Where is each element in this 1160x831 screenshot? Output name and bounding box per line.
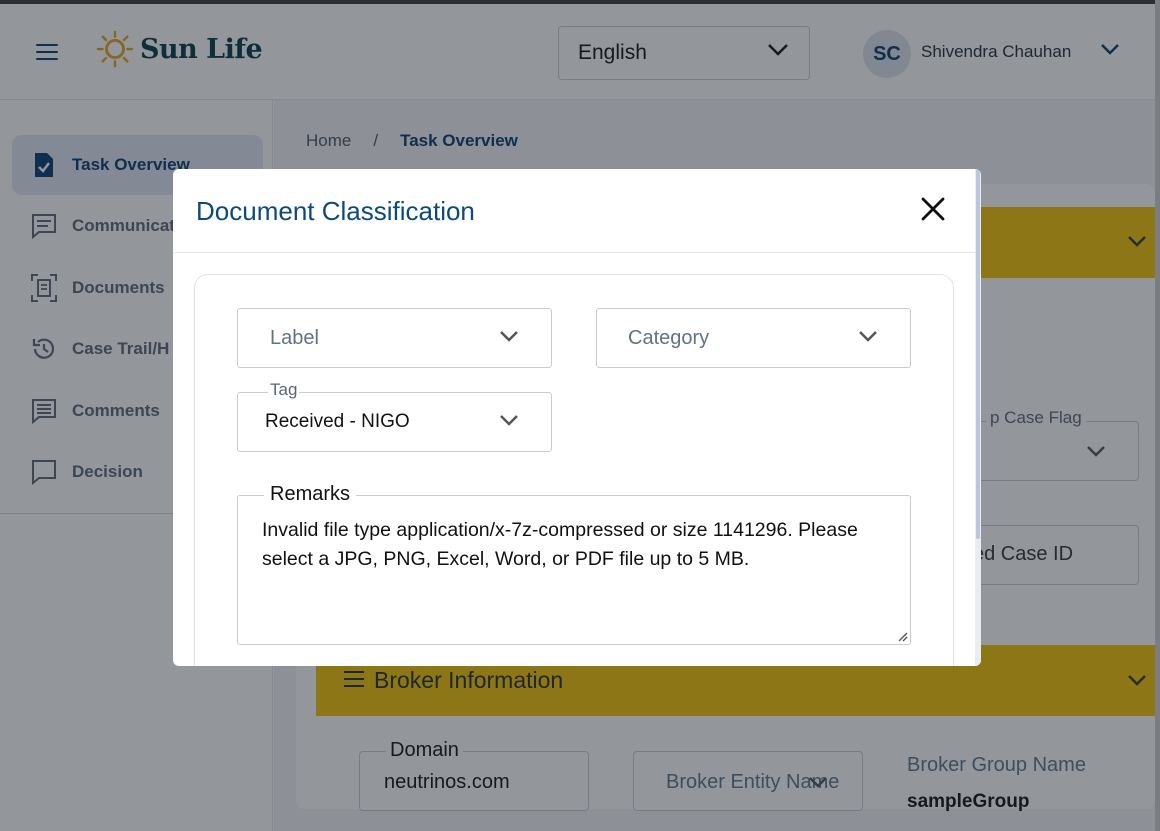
label-placeholder: Label xyxy=(270,326,319,349)
remarks-text: Invalid file type application/x-7z-compr… xyxy=(262,519,858,570)
dialog-scrollbar-thumb[interactable] xyxy=(976,169,980,539)
dialog-header: Document Classification xyxy=(173,169,981,253)
document-classification-dialog: Document Classification Label Category R… xyxy=(173,169,981,666)
category-select[interactable]: Category xyxy=(596,308,911,368)
dialog-title: Document Classification xyxy=(196,196,475,226)
chevron-down-icon xyxy=(500,331,518,342)
dialog-scrollbar[interactable] xyxy=(975,169,981,666)
tag-select[interactable]: Received - NIGO xyxy=(237,392,552,452)
tag-label: Tag xyxy=(268,380,300,400)
close-icon[interactable] xyxy=(919,195,947,223)
chevron-down-icon xyxy=(859,331,877,342)
tag-value: Received - NIGO xyxy=(265,411,410,432)
chevron-down-icon xyxy=(500,415,518,426)
label-select[interactable]: Label xyxy=(237,308,552,368)
category-placeholder: Category xyxy=(628,326,710,349)
remarks-label: Remarks xyxy=(264,483,357,506)
resize-handle-icon[interactable] xyxy=(896,630,908,642)
remarks-textarea[interactable]: Remarks Invalid file type application/x-… xyxy=(237,483,911,645)
